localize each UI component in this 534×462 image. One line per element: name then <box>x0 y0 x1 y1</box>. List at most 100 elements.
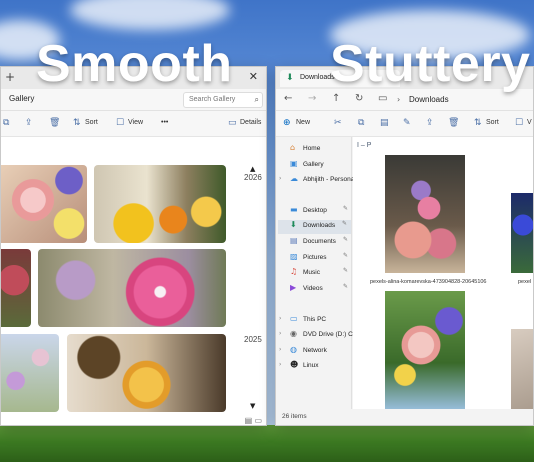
pin-icon[interactable]: ✎ <box>343 205 348 212</box>
delete-icon[interactable]: 🗑 <box>448 118 459 128</box>
breadcrumb[interactable]: Gallery <box>9 94 34 103</box>
photo-thumbnail[interactable] <box>67 334 226 412</box>
monitor-icon[interactable]: ▭ <box>378 93 387 104</box>
view-button[interactable]: V <box>527 119 532 126</box>
download-icon: ⬇ <box>290 220 297 229</box>
pin-icon[interactable]: ✎ <box>343 236 348 243</box>
sort-button[interactable]: Sort <box>486 119 499 126</box>
view-icon[interactable]: ☐ <box>515 118 523 128</box>
delete-icon[interactable]: 🗑 <box>49 118 60 128</box>
share-icon[interactable]: ⇪ <box>426 118 434 128</box>
gallery-window: + ✕ Gallery Search Gallery ⌕ ⧉ ⇪ 🗑 ⇅ Sor… <box>0 66 267 426</box>
sidebar-item-label: Pictures <box>303 254 327 261</box>
headline-stuttery: Stuttery <box>330 35 531 93</box>
file-thumbnail[interactable] <box>511 329 533 411</box>
headline-smooth: Smooth <box>36 35 233 93</box>
sort-icon[interactable]: ⇅ <box>474 118 482 128</box>
search-placeholder: Search Gallery <box>189 96 236 103</box>
copy-icon[interactable]: ⧉ <box>3 118 9 128</box>
cloud-icon: ☁ <box>290 174 298 183</box>
timeline-year-2026[interactable]: 2026 <box>244 173 262 182</box>
command-bar: ⧉ ⇪ 🗑 ⇅ Sort ☐ View ••• ▭ Details <box>1 111 266 137</box>
new-icon[interactable]: ⊕ <box>283 118 291 128</box>
sidebar-item-label: Gallery <box>303 161 324 168</box>
new-tab-icon[interactable]: + <box>5 70 15 84</box>
file-name[interactable]: pexel <box>518 279 531 285</box>
expand-chevron-icon[interactable]: › <box>279 361 281 368</box>
file-thumbnail[interactable] <box>511 193 533 273</box>
sidebar-item-videos[interactable]: ▶ Videos ✎ <box>290 283 352 297</box>
command-bar: ⊕ New ✂ ⧉ ▤ ✎ ⇪ 🗑 ⇅ Sort ☐ V <box>276 111 533 137</box>
more-options-button[interactable]: ••• <box>161 119 168 126</box>
view-icon[interactable]: ☐ <box>116 118 124 128</box>
sidebar-item-music[interactable]: ♫ Music ✎ <box>290 267 352 281</box>
file-list: I – P pexels-alina-komarevska-473904828-… <box>353 137 533 419</box>
sidebar-item-label: Network <box>303 347 327 354</box>
view-button[interactable]: View <box>128 119 143 126</box>
scroll-down-arrow-icon[interactable]: ▼ <box>250 402 255 410</box>
photo-thumbnail[interactable] <box>1 165 87 243</box>
group-header[interactable]: I – P <box>357 142 371 149</box>
sidebar-item-dvd-drive[interactable]: ◉ DVD Drive (D:) CCC <box>290 329 362 343</box>
file-thumbnail[interactable] <box>385 291 465 411</box>
expand-chevron-icon[interactable]: › <box>279 330 281 337</box>
status-bar: 26 items <box>276 409 533 425</box>
sidebar-item-label: Abhijith - Personal <box>303 176 356 183</box>
rename-icon[interactable]: ✎ <box>403 118 411 128</box>
sort-icon[interactable]: ⇅ <box>73 118 81 128</box>
details-icon[interactable]: ▭ <box>228 118 237 128</box>
share-icon[interactable]: ⇪ <box>25 118 33 128</box>
gallery-grid: 2026 ▲ 2025 ▼ ▤ ▭ <box>1 137 266 425</box>
computer-icon: ▭ <box>290 314 298 323</box>
view-toggle-icons[interactable]: ▤ ▭ <box>245 416 262 425</box>
sidebar-item-linux[interactable]: ☻ Linux <box>290 360 352 374</box>
sidebar-item-onedrive[interactable]: ☁ Abhijith - Personal <box>290 174 356 188</box>
photo-thumbnail[interactable] <box>1 334 59 412</box>
cut-icon[interactable]: ✂ <box>334 118 342 128</box>
pin-icon[interactable]: ✎ <box>343 252 348 259</box>
photo-thumbnail[interactable] <box>94 165 226 243</box>
sidebar-item-network[interactable]: ◍ Network <box>290 345 352 359</box>
photo-thumbnail[interactable] <box>1 249 31 327</box>
file-thumbnail[interactable] <box>385 155 465 273</box>
refresh-icon[interactable]: ↻ <box>355 93 363 104</box>
copy-icon[interactable]: ⧉ <box>358 118 364 128</box>
sidebar-item-label: Linux <box>303 362 319 369</box>
timeline-year-2025[interactable]: 2025 <box>244 335 262 344</box>
sidebar-item-this-pc[interactable]: ▭ This PC <box>290 314 352 328</box>
sidebar-item-documents[interactable]: ▤ Documents ✎ <box>290 236 352 250</box>
expand-chevron-icon[interactable]: › <box>279 346 281 353</box>
paste-icon[interactable]: ▤ <box>380 118 389 128</box>
sidebar-item-label: Videos <box>303 285 323 292</box>
sidebar-item-label: Downloads <box>303 222 336 229</box>
pin-icon[interactable]: ✎ <box>343 267 348 274</box>
penguin-icon: ☻ <box>290 360 299 369</box>
sidebar-item-desktop[interactable]: ▬ Desktop ✎ <box>290 205 352 219</box>
forward-arrow-icon[interactable]: → <box>308 93 316 104</box>
sort-button[interactable]: Sort <box>85 119 98 126</box>
gallery-icon: ▣ <box>290 159 298 168</box>
sidebar-item-pictures[interactable]: ▨ Pictures ✎ <box>290 252 352 266</box>
expand-chevron-icon[interactable]: › <box>279 315 281 322</box>
file-name[interactable]: pexels-alina-komarevska-473904828-206451… <box>370 279 487 285</box>
sidebar-item-home[interactable]: ⌂ Home <box>290 143 352 157</box>
search-input[interactable]: Search Gallery ⌕ <box>183 92 263 108</box>
desktop-icon: ▬ <box>290 205 298 214</box>
sidebar-item-downloads[interactable]: ⬇ Downloads ✎ <box>278 220 351 234</box>
up-arrow-icon[interactable]: ↑ <box>332 93 340 104</box>
sidebar-item-label: Documents <box>303 238 336 245</box>
photo-thumbnail[interactable] <box>38 249 226 327</box>
new-button[interactable]: New <box>296 119 310 126</box>
pin-icon[interactable]: ✎ <box>343 283 348 290</box>
home-icon: ⌂ <box>290 143 296 152</box>
sidebar-item-label: Music <box>303 269 320 276</box>
scroll-up-arrow-icon[interactable]: ▲ <box>250 165 255 173</box>
pin-icon[interactable]: ✎ <box>342 220 347 227</box>
details-button[interactable]: Details <box>240 119 261 126</box>
sidebar-item-gallery[interactable]: ▣ Gallery <box>290 159 352 173</box>
close-icon[interactable]: ✕ <box>249 70 258 83</box>
network-icon: ◍ <box>290 345 297 354</box>
expand-chevron-icon[interactable]: › <box>279 175 281 182</box>
breadcrumb[interactable]: Downloads <box>409 95 449 104</box>
back-arrow-icon[interactable]: ← <box>284 93 292 104</box>
